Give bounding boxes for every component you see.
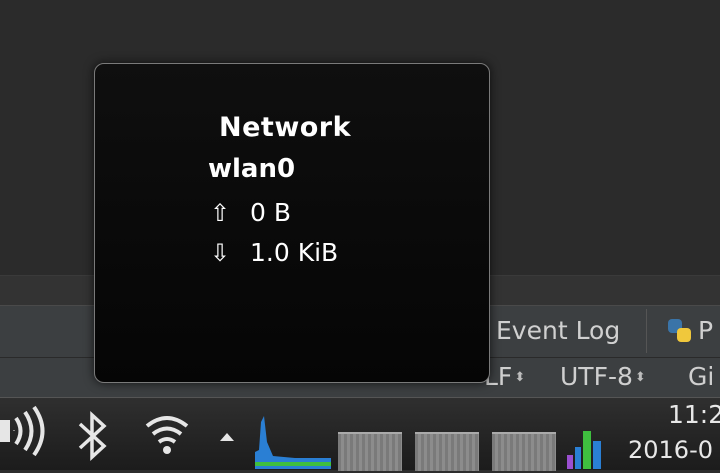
line-separator-selector[interactable]: LF ⬍ bbox=[484, 357, 525, 397]
upload-arrow-icon: ⇧ bbox=[210, 198, 231, 227]
tray-expand-icon[interactable] bbox=[218, 428, 236, 447]
encoding-selector[interactable]: UTF-8 ⬍ bbox=[560, 357, 646, 397]
event-log-tab[interactable]: Event Log bbox=[486, 309, 647, 353]
network-monitor-graph-icon[interactable] bbox=[255, 412, 331, 473]
updown-icon: ⬍ bbox=[514, 370, 526, 385]
encoding-value: UTF-8 bbox=[560, 362, 633, 391]
interface-name: wlan0 bbox=[208, 154, 296, 184]
updown-icon: ⬍ bbox=[634, 370, 646, 385]
vcs-value: Gi bbox=[688, 362, 715, 391]
cpu-monitor-graph-icon[interactable] bbox=[565, 427, 605, 473]
tooltip-title: Network bbox=[219, 112, 352, 143]
bluetooth-icon[interactable] bbox=[74, 410, 112, 466]
upload-row: ⇧ 0 B bbox=[210, 198, 291, 227]
vcs-branch-widget[interactable]: Gi bbox=[688, 357, 714, 397]
python-icon bbox=[668, 319, 692, 343]
python-console-label: P bbox=[698, 316, 714, 345]
window-thumbnail-3[interactable] bbox=[492, 432, 556, 471]
download-row: ⇩ 1.0 KiB bbox=[210, 238, 338, 267]
clock-date[interactable]: 2016-0 bbox=[628, 432, 713, 468]
clock-time[interactable]: 11:2 bbox=[668, 398, 720, 432]
event-log-label: Event Log bbox=[496, 316, 621, 345]
network-tooltip: Network wlan0 ⇧ 0 B ⇩ 1.0 KiB bbox=[94, 63, 490, 383]
volume-icon[interactable] bbox=[0, 404, 50, 463]
wifi-icon[interactable] bbox=[143, 412, 191, 462]
upload-value: 0 B bbox=[250, 198, 292, 227]
download-value: 1.0 KiB bbox=[250, 238, 339, 267]
download-arrow-icon: ⇩ bbox=[210, 238, 231, 267]
python-console-tab[interactable]: P bbox=[668, 309, 720, 353]
window-thumbnail-1[interactable] bbox=[338, 432, 402, 471]
window-thumbnail-2[interactable] bbox=[415, 432, 479, 471]
